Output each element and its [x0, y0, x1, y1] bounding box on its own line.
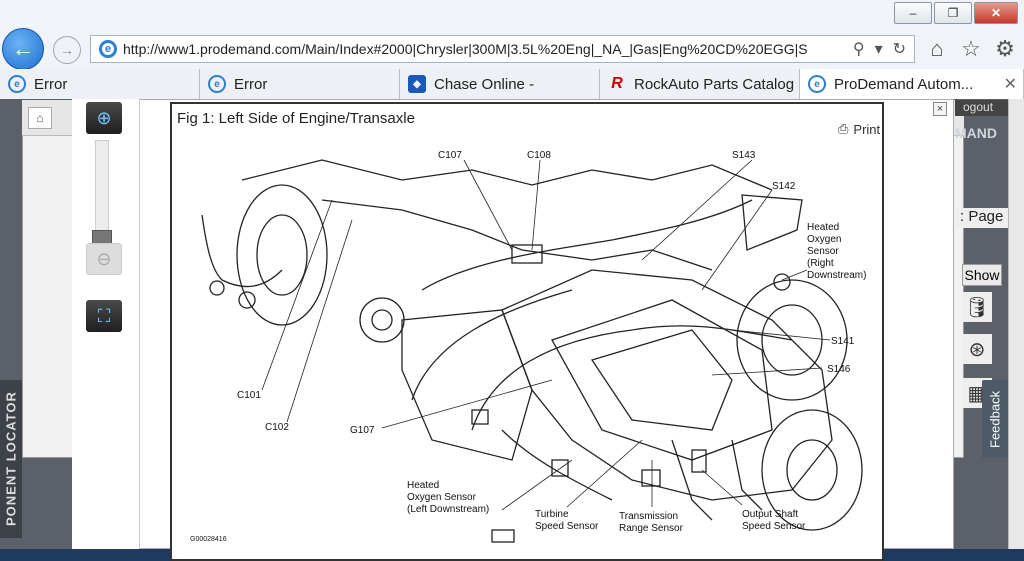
- rockauto-icon: R: [611, 75, 623, 92]
- label-turbine-2: Speed Sensor: [535, 521, 599, 532]
- label-heated-rd-2: Oxygen: [807, 234, 841, 245]
- label-turbine-1: Turbine: [535, 509, 569, 520]
- label-heated-ld-2: Oxygen Sensor: [407, 492, 477, 503]
- figure-title: Fig 1: Left Side of Engine/Transaxle: [177, 110, 415, 127]
- label-c101: C101: [237, 390, 261, 401]
- label-s142: S142: [772, 181, 796, 192]
- fit-to-screen-button[interactable]: ⛶: [86, 300, 122, 332]
- tab-label: Error: [234, 75, 268, 93]
- tab-strip: e Error e Error ◈ Chase Online - R RockA…: [0, 69, 1024, 99]
- toolbar-icons: ⌂ ☆ ⚙: [924, 36, 1018, 62]
- close-tab-icon[interactable]: ✕: [1004, 74, 1017, 94]
- tab-error-1[interactable]: e Error: [0, 69, 200, 99]
- label-trs-1: Transmission: [619, 511, 678, 522]
- label-oss-1: Output Shaft: [742, 509, 798, 520]
- engine-pulley: [236, 184, 328, 326]
- zoom-in-icon: ⊕: [96, 107, 112, 128]
- tab-error-2[interactable]: e Error: [200, 69, 400, 99]
- label-g107: G107: [350, 425, 375, 436]
- chase-icon: ◈: [408, 75, 426, 93]
- tab-rockauto[interactable]: R RockAuto Parts Catalog: [600, 69, 800, 99]
- label-heated-ld-3: (Left Downstream): [407, 504, 489, 515]
- browser-chrome: – ❐ ✕ ← → e http://www1.prodemand.com/Ma…: [0, 0, 1024, 99]
- search-icon[interactable]: ⚲: [853, 39, 865, 59]
- window-controls: – ❐ ✕: [892, 2, 1018, 24]
- arrow-right-icon: →: [60, 42, 74, 58]
- ie-icon: e: [208, 75, 226, 93]
- tab-chase[interactable]: ◈ Chase Online -: [400, 69, 600, 99]
- label-oss-2: Speed Sensor: [742, 521, 806, 532]
- image-id: G00028416: [190, 536, 227, 543]
- print-button[interactable]: ⎙ Print: [838, 121, 880, 137]
- home-breadcrumb-icon[interactable]: ⌂: [28, 107, 52, 129]
- label-s146: S146: [827, 364, 851, 375]
- tab-prodemand[interactable]: e ProDemand Autom... ✕: [800, 69, 1024, 99]
- minimize-button[interactable]: –: [894, 2, 932, 24]
- forward-button[interactable]: →: [53, 36, 81, 64]
- wheel-icon[interactable]: ⊛: [962, 334, 992, 364]
- scrollbar[interactable]: [1008, 99, 1024, 549]
- printer-icon: ⎙: [838, 121, 849, 136]
- engine-diagram: C107 C108 S143 S142 Heated Oxygen Sensor…: [190, 150, 866, 543]
- logout-link[interactable]: ogout: [955, 100, 1015, 116]
- label-c108: C108: [527, 150, 551, 161]
- tab-label: ProDemand Autom...: [834, 75, 974, 93]
- close-figure-button[interactable]: ×: [933, 102, 947, 116]
- feedback-tab[interactable]: Feedback: [982, 380, 1008, 458]
- oil-can-icon[interactable]: 🛢: [962, 292, 992, 322]
- component-locator-tab[interactable]: PONENT LOCATOR: [0, 380, 22, 538]
- label-c102: C102: [265, 422, 289, 433]
- label-s143: S143: [732, 150, 756, 161]
- close-window-button[interactable]: ✕: [974, 2, 1018, 24]
- fit-screen-icon: ⛶: [97, 305, 111, 326]
- ie-icon: e: [99, 40, 117, 58]
- dropdown-icon[interactable]: ▾: [875, 39, 883, 59]
- zoom-out-icon: ⊖: [96, 248, 112, 269]
- label-c107: C107: [438, 150, 462, 161]
- address-tools: ⚲ ▾ ↻: [845, 39, 914, 59]
- label-heated-rd-4: (Right: [807, 258, 834, 269]
- label-heated-rd-5: Downstream): [807, 270, 866, 281]
- ie-icon: e: [808, 75, 826, 93]
- url-text[interactable]: http://www1.prodemand.com/Main/Index#200…: [123, 41, 845, 57]
- tab-label: Chase Online -: [434, 75, 535, 93]
- home-icon[interactable]: ⌂: [924, 36, 950, 62]
- address-bar[interactable]: e http://www1.prodemand.com/Main/Index#2…: [90, 35, 915, 63]
- tab-label: Error: [34, 75, 68, 93]
- label-heated-rd-1: Heated: [807, 222, 839, 233]
- label-heated-ld-1: Heated: [407, 480, 439, 491]
- arrow-left-icon: ←: [12, 36, 34, 61]
- settings-gear-icon[interactable]: ⚙: [992, 36, 1018, 62]
- show-button[interactable]: Show: [962, 264, 1002, 286]
- ie-icon: e: [8, 75, 26, 93]
- restore-button[interactable]: ❐: [934, 2, 972, 24]
- back-button[interactable]: ←: [2, 28, 44, 70]
- label-trs-2: Range Sensor: [619, 523, 684, 534]
- favorites-star-icon[interactable]: ☆: [958, 36, 984, 62]
- label-s141: S141: [831, 336, 855, 347]
- label-heated-rd-3: Sensor: [807, 246, 839, 257]
- zoom-out-button[interactable]: ⊖: [86, 243, 122, 275]
- print-label: Print: [853, 121, 881, 137]
- refresh-icon[interactable]: ↻: [893, 39, 906, 59]
- zoom-in-button[interactable]: ⊕: [86, 102, 122, 134]
- tab-label: RockAuto Parts Catalog: [634, 75, 795, 93]
